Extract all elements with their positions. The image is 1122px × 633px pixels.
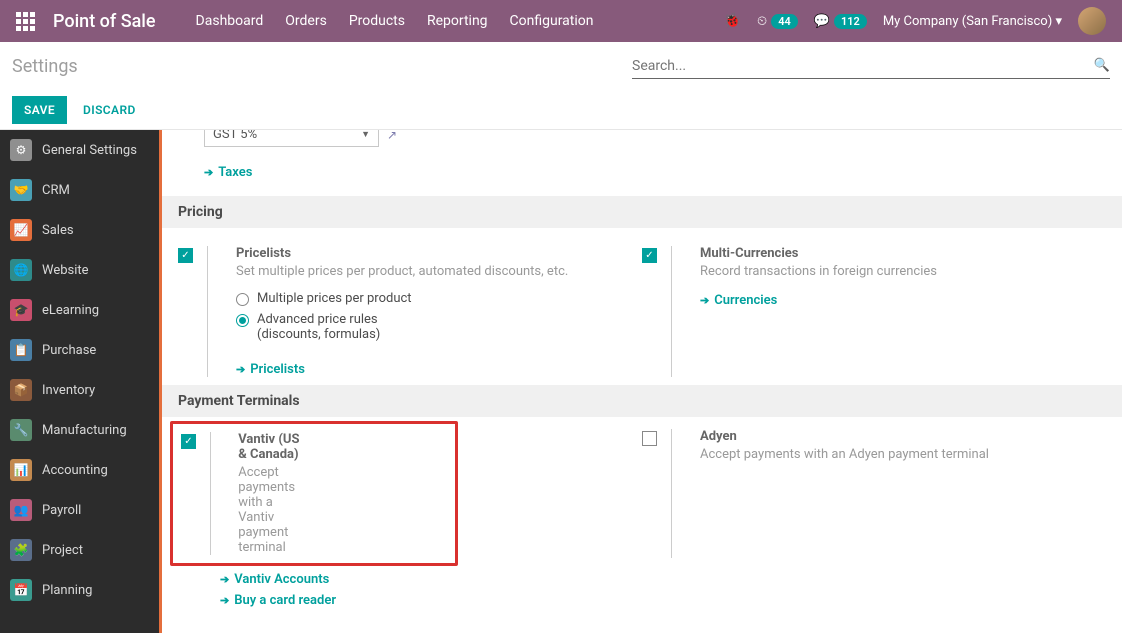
menu-products[interactable]: Products	[349, 13, 405, 29]
menu-dashboard[interactable]: Dashboard	[196, 13, 264, 29]
sidebar-item-manufacturing[interactable]: 🔧 Manufacturing	[0, 410, 159, 450]
sidebar-icon: 📋	[10, 339, 32, 361]
menu-reporting[interactable]: Reporting	[427, 13, 488, 29]
sidebar-item-label: General Settings	[42, 143, 137, 158]
search-icon: 🔍	[1094, 58, 1110, 73]
adyen-desc: Accept payments with an Adyen payment te…	[700, 447, 989, 462]
action-bar: SAVE DISCARD	[0, 90, 1122, 130]
page-title: Settings	[12, 56, 78, 77]
arrow-right-icon: ➔	[220, 594, 229, 607]
arrow-right-icon: ➔	[700, 294, 709, 307]
pricing-section-title: Pricing	[162, 196, 1122, 228]
menu-configuration[interactable]: Configuration	[510, 13, 594, 29]
vantiv-highlight: ✓ Vantiv (US & Canada) Accept payments w…	[170, 421, 458, 566]
sidebar-item-label: Inventory	[42, 383, 95, 398]
company-switcher[interactable]: My Company (San Francisco) ▾	[883, 14, 1062, 29]
sidebar-icon: 🧩	[10, 539, 32, 561]
apps-launcher-icon[interactable]	[16, 12, 35, 31]
user-avatar[interactable]	[1078, 7, 1106, 35]
multicurrency-checkbox[interactable]: ✓	[642, 248, 657, 263]
sidebar-icon: 🤝	[10, 179, 32, 201]
sidebar-item-project[interactable]: 🧩 Project	[0, 530, 159, 570]
pricelists-checkbox[interactable]: ✓	[178, 248, 193, 263]
menu-orders[interactable]: Orders	[285, 13, 327, 29]
search-bar[interactable]: 🔍	[632, 54, 1110, 79]
adyen-checkbox[interactable]	[642, 431, 657, 446]
sidebar-icon: 🔧	[10, 419, 32, 441]
sidebar-item-elearning[interactable]: 🎓 eLearning	[0, 290, 159, 330]
sidebar-icon: ⚙	[10, 139, 32, 161]
timer-badge[interactable]: ⏲44	[757, 14, 798, 29]
arrow-right-icon: ➔	[236, 363, 245, 376]
sidebar-icon: 📈	[10, 219, 32, 241]
sidebar-icon: 🌐	[10, 259, 32, 281]
sidebar-item-label: eLearning	[42, 303, 99, 318]
currencies-link[interactable]: ➔Currencies	[700, 293, 777, 308]
settings-sidebar: ⚙ General Settings 🤝 CRM 📈 Sales 🌐 Website 🎓 eLea…	[0, 130, 159, 633]
sidebar-item-label: Sales	[42, 223, 74, 238]
sidebar-item-inventory[interactable]: 📦 Inventory	[0, 370, 159, 410]
sidebar-icon: 📅	[10, 579, 32, 601]
debug-icon[interactable]: 🐞	[724, 13, 741, 29]
save-button[interactable]: SAVE	[12, 96, 67, 124]
sidebar-item-label: CRM	[42, 183, 70, 198]
sidebar-item-label: Purchase	[42, 343, 96, 358]
multicurrency-desc: Record transactions in foreign currencie…	[700, 264, 937, 279]
caret-down-icon: ▼	[361, 130, 370, 140]
external-link-icon[interactable]: ↗	[387, 130, 397, 142]
taxes-link[interactable]: ➔Taxes	[204, 165, 252, 180]
breadcrumb-bar: Settings 🔍	[0, 42, 1122, 90]
sidebar-icon: 👥	[10, 499, 32, 521]
chat-icon: 💬	[814, 14, 830, 29]
caret-down-icon: ▾	[1055, 14, 1062, 29]
pricelists-option-advanced[interactable]: Advanced price rules(discounts, formulas…	[236, 312, 568, 342]
sidebar-icon: 📊	[10, 459, 32, 481]
sidebar-item-sales[interactable]: 📈 Sales	[0, 210, 159, 250]
sidebar-item-website[interactable]: 🌐 Website	[0, 250, 159, 290]
discard-button[interactable]: DISCARD	[83, 103, 136, 117]
sidebar-item-label: Accounting	[42, 463, 108, 478]
pricelists-link[interactable]: ➔Pricelists	[236, 362, 305, 377]
search-input[interactable]	[632, 58, 1094, 74]
arrow-right-icon: ➔	[204, 166, 213, 179]
sidebar-item-payroll[interactable]: 👥 Payroll	[0, 490, 159, 530]
sidebar-item-crm[interactable]: 🤝 CRM	[0, 170, 159, 210]
tax-select[interactable]: GST 5%▼	[204, 130, 379, 147]
clock-icon: ⏲	[757, 14, 767, 29]
pricelists-desc: Set multiple prices per product, automat…	[236, 264, 568, 279]
buy-card-reader-link[interactable]: ➔Buy a card reader	[220, 593, 1106, 608]
pricelists-option-multiple[interactable]: Multiple prices per product	[236, 291, 568, 306]
sidebar-item-label: Planning	[42, 583, 92, 598]
sidebar-item-label: Payroll	[42, 503, 81, 518]
sidebar-item-general-settings[interactable]: ⚙ General Settings	[0, 130, 159, 170]
sidebar-icon: 📦	[10, 379, 32, 401]
pricelists-label: Pricelists	[236, 246, 568, 261]
settings-content: GST 5%▼ ↗ ➔Taxes Pricing ✓ Pricelists Se…	[159, 130, 1122, 633]
sidebar-item-purchase[interactable]: 📋 Purchase	[0, 330, 159, 370]
messages-badge[interactable]: 💬112	[814, 14, 867, 29]
tax-section-fragment: GST 5%▼ ↗ ➔Taxes	[162, 130, 1122, 196]
terminals-section-title: Payment Terminals	[162, 385, 1122, 417]
arrow-right-icon: ➔	[220, 573, 229, 586]
sidebar-item-label: Project	[42, 543, 83, 558]
sidebar-item-planning[interactable]: 📅 Planning	[0, 570, 159, 610]
sidebar-item-label: Website	[42, 263, 89, 278]
vantiv-accounts-link[interactable]: ➔Vantiv Accounts	[220, 572, 1106, 587]
sidebar-item-label: Manufacturing	[42, 423, 127, 438]
main-menu: Dashboard Orders Products Reporting Conf…	[196, 13, 594, 29]
vantiv-label: Vantiv (US & Canada)	[238, 432, 305, 462]
topbar: Point of Sale Dashboard Orders Products …	[0, 0, 1122, 42]
multicurrency-label: Multi-Currencies	[700, 246, 937, 261]
app-brand: Point of Sale	[53, 11, 156, 32]
sidebar-icon: 🎓	[10, 299, 32, 321]
vantiv-checkbox[interactable]: ✓	[181, 434, 196, 449]
sidebar-item-accounting[interactable]: 📊 Accounting	[0, 450, 159, 490]
vantiv-desc: Accept payments with a Vantiv payment te…	[238, 465, 305, 555]
adyen-label: Adyen	[700, 429, 989, 444]
